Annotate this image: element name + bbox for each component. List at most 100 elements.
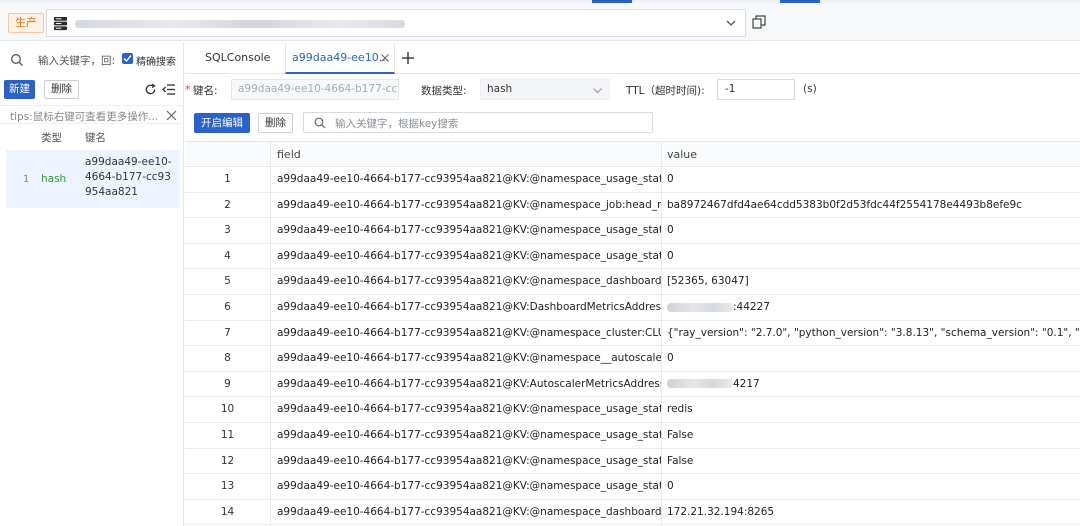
key-search-input[interactable]: 输入关键字，回: bbox=[38, 53, 115, 68]
add-tab-icon[interactable] bbox=[401, 51, 415, 65]
connection-bar: 生产 bbox=[0, 3, 1080, 41]
field-cell[interactable]: a99daa49-ee10-4664-b177-cc93954aa821@KV:… bbox=[271, 397, 662, 422]
chevron-down-icon bbox=[593, 88, 602, 94]
close-icon[interactable] bbox=[166, 110, 177, 121]
row-index: 12 bbox=[185, 448, 271, 474]
value-cell[interactable]: ba8972467dfd4ae64cdd5383b0f2d53fdc44f255… bbox=[662, 193, 1080, 218]
value-text: 4217 bbox=[733, 377, 760, 390]
chevron-down-icon bbox=[726, 20, 736, 26]
enable-edit-button[interactable]: 开启编辑 bbox=[194, 113, 250, 133]
key-info-bar: * 键名: a99daa49-ee10-4664-b177-cc93954aa8… bbox=[185, 75, 1080, 105]
column-header-type: 类型 bbox=[41, 132, 62, 144]
column-header-index bbox=[185, 142, 271, 166]
redacted-ip bbox=[667, 379, 733, 389]
field-cell[interactable]: a99daa49-ee10-4664-b177-cc93954aa821@KV:… bbox=[271, 269, 662, 294]
value-cell[interactable]: False bbox=[662, 423, 1080, 448]
delete-key-button[interactable]: 删除 bbox=[44, 80, 79, 99]
value-cell[interactable]: 0 bbox=[662, 244, 1080, 269]
key-actions: 新建 删除 bbox=[0, 80, 184, 100]
field-cell[interactable]: a99daa49-ee10-4664-b177-cc93954aa821@KV:… bbox=[271, 295, 662, 320]
key-name-field[interactable]: a99daa49-ee10-4664-b177-cc93954aa821 bbox=[231, 79, 399, 100]
table-row[interactable]: 10 a99daa49-ee10-4664-b177-cc93954aa821@K… bbox=[185, 397, 1080, 423]
field-cell[interactable]: a99daa49-ee10-4664-b177-cc93954aa821@KV:… bbox=[271, 371, 662, 397]
tab-sqlconsole[interactable]: SQLConsole bbox=[205, 43, 270, 74]
table-row[interactable]: 13 a99daa49-ee10-4664-b177-cc93954aa821@K… bbox=[185, 474, 1080, 500]
tips-text: tips:鼠标右键可查看更多操作... bbox=[10, 111, 159, 123]
field-cell[interactable]: a99daa49-ee10-4664-b177-cc93954aa821@KV:… bbox=[271, 192, 662, 218]
table-row[interactable]: 6 a99daa49-ee10-4664-b177-cc93954aa821@KV… bbox=[185, 295, 1080, 321]
table-row[interactable]: 1 a99daa49-ee10-4664-b177-cc93954aa821@KV… bbox=[185, 167, 1080, 193]
row-index: 13 bbox=[185, 474, 271, 499]
value-cell[interactable]: {"ray_version": "2.7.0", "python_version… bbox=[662, 321, 1080, 346]
row-index: 7 bbox=[185, 320, 271, 346]
checkbox-checked-icon bbox=[122, 53, 133, 64]
table-row[interactable]: 2 a99daa49-ee10-4664-b177-cc93954aa821@KV… bbox=[185, 192, 1080, 219]
hash-toolbar: 开启编辑 删除 输入关键字，根据key搜索 bbox=[185, 111, 1080, 135]
column-header-name: 键名 bbox=[85, 132, 106, 144]
value-cell[interactable]: False bbox=[662, 449, 1080, 474]
ttl-field[interactable]: -1 bbox=[717, 79, 795, 100]
value-cell[interactable]: 0 bbox=[662, 474, 1080, 499]
hash-table: field value 1 a99daa49-ee10-4664-b177-cc9… bbox=[185, 141, 1080, 526]
column-header-field[interactable]: field bbox=[271, 142, 662, 166]
table-row[interactable]: 5 a99daa49-ee10-4664-b177-cc93954aa821@KV… bbox=[185, 269, 1080, 295]
field-search-input[interactable]: 输入关键字，根据key搜索 bbox=[335, 116, 458, 131]
table-row[interactable]: 7 a99daa49-ee10-4664-b177-cc93954aa821@KV… bbox=[185, 320, 1080, 347]
value-cell[interactable]: 0 bbox=[662, 218, 1080, 243]
table-header: field value bbox=[185, 142, 1080, 167]
close-icon[interactable] bbox=[381, 54, 389, 62]
field-cell[interactable]: a99daa49-ee10-4664-b177-cc93954aa821@KV:… bbox=[271, 474, 662, 499]
key-list-item[interactable]: 1 hash a99daa49-ee10-4664-b177-cc93954aa… bbox=[6, 150, 180, 208]
value-cell[interactable]: 4217 bbox=[662, 372, 1080, 397]
value-cell[interactable]: 0 bbox=[662, 346, 1080, 371]
database-icon bbox=[53, 16, 68, 31]
value-cell[interactable]: redis bbox=[662, 397, 1080, 422]
column-header-value[interactable]: value bbox=[662, 142, 1080, 166]
table-row[interactable]: 8 a99daa49-ee10-4664-b177-cc93954aa821@KV… bbox=[185, 346, 1080, 372]
key-browser-panel: 输入关键字，回: 精确搜索 新建 删除 tips:鼠标右键可查看更多操作... … bbox=[0, 42, 184, 526]
field-cell[interactable]: a99daa49-ee10-4664-b177-cc93954aa821@KV:… bbox=[271, 346, 662, 371]
delete-field-button[interactable]: 删除 bbox=[258, 113, 293, 133]
table-row[interactable]: 14 a99daa49-ee10-4664-b177-cc93954aa821@K… bbox=[185, 499, 1080, 526]
redacted-ip bbox=[667, 302, 733, 312]
row-index: 9 bbox=[185, 371, 271, 397]
tab-key-label: a99daa49-ee10... bbox=[292, 51, 390, 64]
row-index: 5 bbox=[185, 269, 271, 294]
search-icon bbox=[314, 117, 326, 129]
row-index: 14 bbox=[185, 499, 271, 525]
table-row[interactable]: 9 a99daa49-ee10-4664-b177-cc93954aa821@KV… bbox=[185, 371, 1080, 398]
field-search[interactable]: 输入关键字，根据key搜索 bbox=[303, 112, 653, 133]
value-cell[interactable]: [52365, 63047] bbox=[662, 269, 1080, 294]
field-cell[interactable]: a99daa49-ee10-4664-b177-cc93954aa821@KV:… bbox=[271, 243, 662, 269]
new-key-button[interactable]: 新建 bbox=[4, 80, 35, 99]
refresh-icon[interactable] bbox=[144, 83, 157, 96]
field-cell[interactable]: a99daa49-ee10-4664-b177-cc93954aa821@KV:… bbox=[271, 167, 662, 192]
connection-select[interactable] bbox=[46, 9, 746, 37]
tips-bar: tips:鼠标右键可查看更多操作... bbox=[0, 105, 184, 124]
table-row[interactable]: 12 a99daa49-ee10-4664-b177-cc93954aa821@K… bbox=[185, 448, 1080, 475]
field-cell[interactable]: a99daa49-ee10-4664-b177-cc93954aa821@KV:… bbox=[271, 499, 662, 525]
key-name: a99daa49-ee10-4664-b177-cc93954aa821 bbox=[85, 156, 172, 198]
key-search[interactable]: 输入关键字，回: 精确搜索 bbox=[0, 50, 184, 70]
table-row[interactable]: 4 a99daa49-ee10-4664-b177-cc93954aa821@KV… bbox=[185, 243, 1080, 270]
list-settings-icon[interactable] bbox=[162, 83, 176, 96]
row-index: 11 bbox=[185, 423, 271, 448]
table-row[interactable]: 3 a99daa49-ee10-4664-b177-cc93954aa821@KV… bbox=[185, 218, 1080, 244]
copy-icon[interactable] bbox=[752, 15, 766, 29]
redacted-connection-name bbox=[75, 20, 405, 28]
value-cell[interactable]: 0 bbox=[662, 167, 1080, 192]
row-index: 4 bbox=[185, 243, 271, 269]
data-type-value: hash bbox=[487, 83, 513, 95]
data-type-select[interactable]: hash bbox=[480, 79, 610, 100]
field-cell[interactable]: a99daa49-ee10-4664-b177-cc93954aa821@KV:… bbox=[271, 320, 662, 346]
tab-key[interactable]: a99daa49-ee10... bbox=[285, 43, 395, 74]
required-mark: * bbox=[185, 83, 191, 96]
row-index: 3 bbox=[185, 218, 271, 243]
key-list-header: 类型 键名 bbox=[6, 128, 180, 148]
value-cell[interactable]: :44227 bbox=[662, 295, 1080, 320]
table-row[interactable]: 11 a99daa49-ee10-4664-b177-cc93954aa821@K… bbox=[185, 423, 1080, 449]
field-cell[interactable]: a99daa49-ee10-4664-b177-cc93954aa821@KV:… bbox=[271, 423, 662, 448]
field-cell[interactable]: a99daa49-ee10-4664-b177-cc93954aa821@KV:… bbox=[271, 218, 662, 243]
field-cell[interactable]: a99daa49-ee10-4664-b177-cc93954aa821@KV:… bbox=[271, 448, 662, 474]
value-cell[interactable]: 172.21.32.194:8265 bbox=[662, 500, 1080, 525]
